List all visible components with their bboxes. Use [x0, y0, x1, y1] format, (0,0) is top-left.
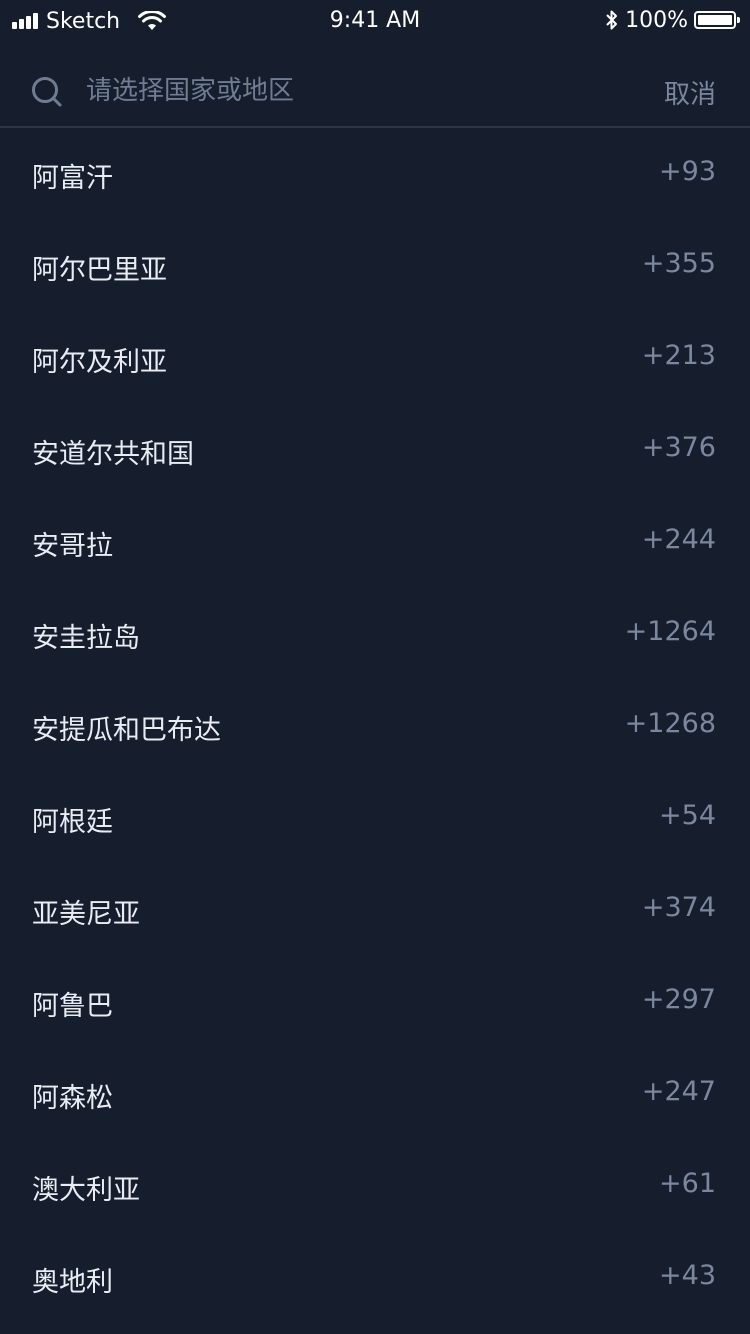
country-row[interactable]: 安圭拉岛 +1264 [0, 588, 750, 680]
status-bar: Sketch 9:41 AM 100% [0, 0, 750, 40]
country-picker-screen: Sketch 9:41 AM 100% 取消 阿富汗+93阿尔巴里亚+355阿尔… [0, 0, 750, 1334]
search-input[interactable] [86, 68, 626, 114]
country-row[interactable]: 澳大利亚 +61 [0, 1140, 750, 1232]
country-list: 阿富汗 +93 阿尔巴里亚 +355 阿尔及利亚 +213 安道尔共和国 +376 安哥拉 +24… [0, 128, 750, 1324]
country-name: 奥地利 [32, 1267, 113, 1298]
country-row[interactable]: 阿森松 +247 [0, 1048, 750, 1140]
bluetooth-icon [606, 10, 618, 30]
country-name: 阿尔及利亚 [32, 347, 167, 378]
country-name: 安圭拉岛 [32, 623, 140, 654]
country-row[interactable]: 奥地利 +43 [0, 1232, 750, 1324]
country-dial-code: +61 [659, 1168, 716, 1199]
country-dial-code: +213 [641, 340, 716, 371]
country-name: 安提瓜和巴布达 [32, 715, 221, 746]
cancel-button[interactable]: 取消 [664, 74, 716, 111]
country-name: 安哥拉 [32, 531, 113, 562]
country-name: 澳大利亚 [32, 1175, 140, 1206]
country-row[interactable]: 阿富汗 +93 [0, 128, 750, 220]
battery-icon [694, 11, 740, 29]
search-icon [32, 77, 62, 107]
country-dial-code: +54 [659, 800, 716, 831]
country-dial-code: +247 [641, 1076, 716, 1107]
country-row[interactable]: 阿尔巴里亚 +355 [0, 220, 750, 312]
country-row[interactable]: 阿根廷 +54 [0, 772, 750, 864]
country-name: 亚美尼亚 [32, 899, 140, 930]
country-dial-code: +1264 [624, 616, 716, 647]
country-row[interactable]: 亚美尼亚 +374 [0, 864, 750, 956]
country-row[interactable]: 阿尔及利亚 +213 [0, 312, 750, 404]
country-row[interactable]: 安道尔共和国 +376 [0, 404, 750, 496]
country-name: 阿根廷 [32, 807, 113, 838]
country-name: 阿森松 [32, 1083, 113, 1114]
country-name: 阿鲁巴 [32, 991, 113, 1022]
country-dial-code: +43 [659, 1260, 716, 1291]
country-dial-code: +1268 [624, 708, 716, 739]
country-dial-code: +374 [641, 892, 716, 923]
country-row[interactable]: 安哥拉 +244 [0, 496, 750, 588]
country-row[interactable]: 阿鲁巴 +297 [0, 956, 750, 1048]
country-name: 阿尔巴里亚 [32, 255, 167, 286]
country-dial-code: +355 [641, 248, 716, 279]
battery-fill [698, 15, 732, 25]
country-dial-code: +297 [641, 984, 716, 1015]
status-right: 100% [605, 7, 740, 33]
search-bar: 取消 [0, 50, 750, 128]
country-name: 阿富汗 [32, 163, 113, 194]
battery-percent: 100% [625, 7, 688, 33]
country-dial-code: +93 [659, 156, 716, 187]
country-dial-code: +244 [641, 524, 716, 555]
country-row[interactable]: 安提瓜和巴布达 +1268 [0, 680, 750, 772]
country-dial-code: +376 [641, 432, 716, 463]
country-name: 安道尔共和国 [32, 439, 194, 470]
